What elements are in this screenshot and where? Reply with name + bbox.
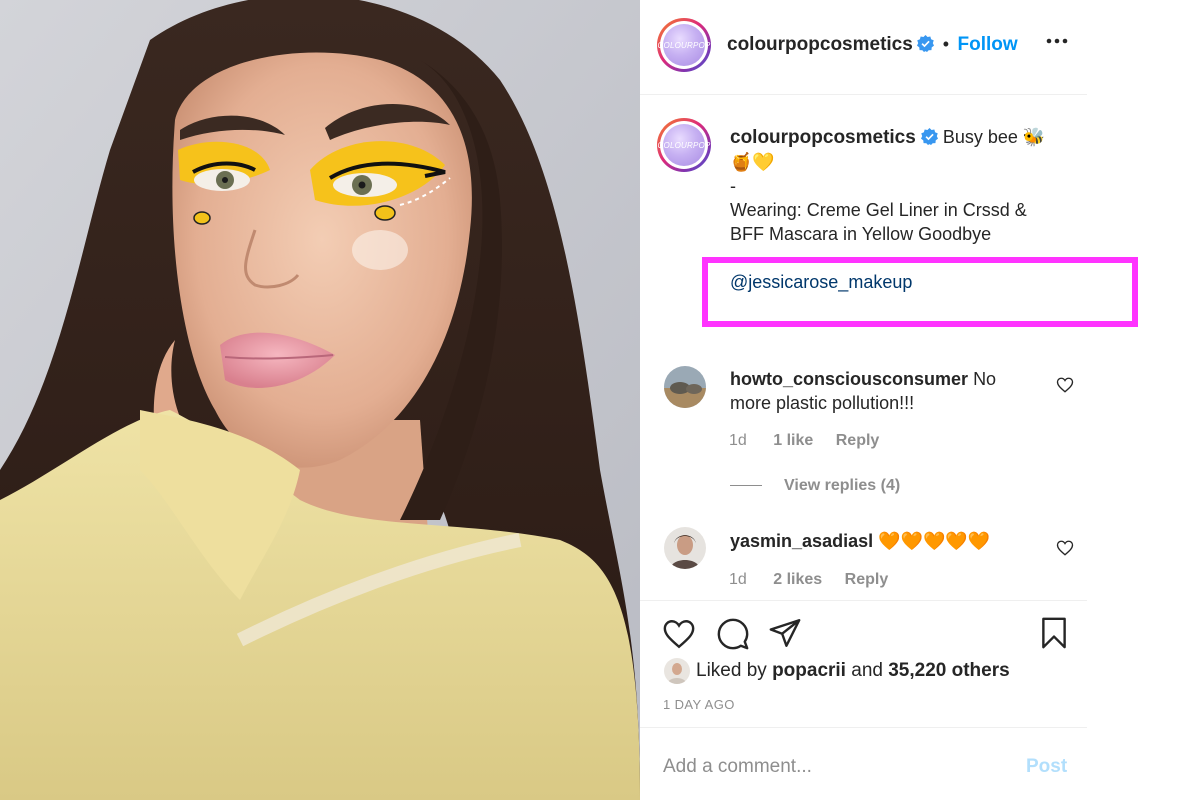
comment-like-count[interactable]: 2 likes — [773, 571, 822, 588]
verified-badge-icon — [920, 128, 938, 145]
post-caption: colourpopcosmetics Busy bee 🐝 🍯💛 - Weari… — [730, 125, 1060, 246]
share-paper-plane-icon[interactable] — [768, 616, 802, 650]
separator-dot: • — [942, 34, 950, 54]
comment-bubble-icon[interactable] — [716, 617, 750, 651]
post-photo[interactable] — [0, 0, 640, 800]
mention-highlight-box — [702, 257, 1138, 327]
post-timestamp[interactable]: 1 DAY AGO — [663, 697, 735, 712]
commenter-username[interactable]: howto_consciousconsumer — [730, 369, 968, 389]
verified-badge-icon — [917, 35, 935, 52]
comment-text: howto_consciousconsumer No more plastic … — [730, 367, 1030, 415]
author-avatar[interactable]: COLOURPOP — [657, 18, 711, 72]
comment-body-a: No — [973, 369, 997, 389]
comment-meta: 1d 2 likes Reply — [729, 571, 888, 589]
comment-input[interactable]: Add a comment... — [663, 756, 812, 778]
author-username[interactable]: colourpopcosmetics — [727, 34, 913, 55]
save-bookmark-icon[interactable] — [1037, 616, 1071, 650]
panel-right-margin — [1087, 0, 1199, 800]
author-avatar-logo: COLOURPOP — [658, 24, 710, 66]
commenter-username[interactable]: yasmin_asadiasl — [730, 531, 873, 551]
commenter-avatar[interactable] — [664, 366, 706, 408]
caption-text-line5: BFF Mascara in Yellow Goodbye — [730, 224, 992, 244]
like-heart-icon[interactable] — [662, 617, 696, 651]
follow-button[interactable]: Follow — [958, 34, 1018, 55]
comment-age: 1d — [729, 432, 747, 449]
comment-like-heart-icon[interactable] — [1056, 376, 1074, 394]
comment-age: 1d — [729, 571, 747, 588]
post-header: COLOURPOP colourpopcosmetics • Follow — [640, 0, 1087, 95]
comment-meta: 1d 1 like Reply — [729, 432, 879, 450]
comment-like-heart-icon[interactable] — [1056, 539, 1074, 557]
caption-avatar-logo: COLOURPOP — [658, 124, 710, 166]
comment-like-count[interactable]: 1 like — [773, 432, 813, 449]
likes-summary[interactable]: Liked by popacrii and 35,220 others — [664, 658, 1010, 684]
caption-text-line1: Busy bee 🐝 — [942, 127, 1046, 147]
view-replies-divider — [730, 485, 762, 487]
caption-text-line4: Wearing: Creme Gel Liner in Crssd & — [730, 200, 1027, 220]
likes-and: and — [851, 660, 883, 681]
likes-others[interactable]: 35,220 others — [888, 660, 1009, 682]
view-replies-button[interactable]: View replies (4) — [730, 477, 900, 495]
post-details-panel: COLOURPOP colourpopcosmetics • Follow CO… — [640, 0, 1199, 800]
likes-user[interactable]: popacrii — [772, 660, 846, 682]
comment-reply-button[interactable]: Reply — [845, 571, 889, 588]
post-comment-button[interactable]: Post — [1026, 756, 1067, 778]
caption-author-username[interactable]: colourpopcosmetics — [730, 127, 916, 148]
comment-body-b: more plastic pollution!!! — [730, 393, 915, 413]
comment-text: yasmin_asadiasl 🧡🧡🧡🧡🧡 — [730, 529, 1030, 553]
comment-reply-button[interactable]: Reply — [836, 432, 880, 449]
view-replies-label: View replies (4) — [784, 477, 901, 494]
likes-prefix: Liked by — [696, 660, 767, 681]
commenter-avatar[interactable] — [664, 527, 706, 569]
more-options-icon[interactable] — [1045, 36, 1069, 46]
liker-avatar — [664, 658, 690, 684]
caption-author-avatar[interactable]: COLOURPOP — [657, 118, 711, 172]
makeup-portrait-image — [0, 0, 640, 800]
caption-text-line3: - — [730, 176, 736, 196]
caption-text-line2: 🍯💛 — [730, 152, 775, 172]
comment-composer: Add a comment... Post — [640, 727, 1087, 800]
comment-body-a: 🧡🧡🧡🧡🧡 — [878, 531, 991, 551]
